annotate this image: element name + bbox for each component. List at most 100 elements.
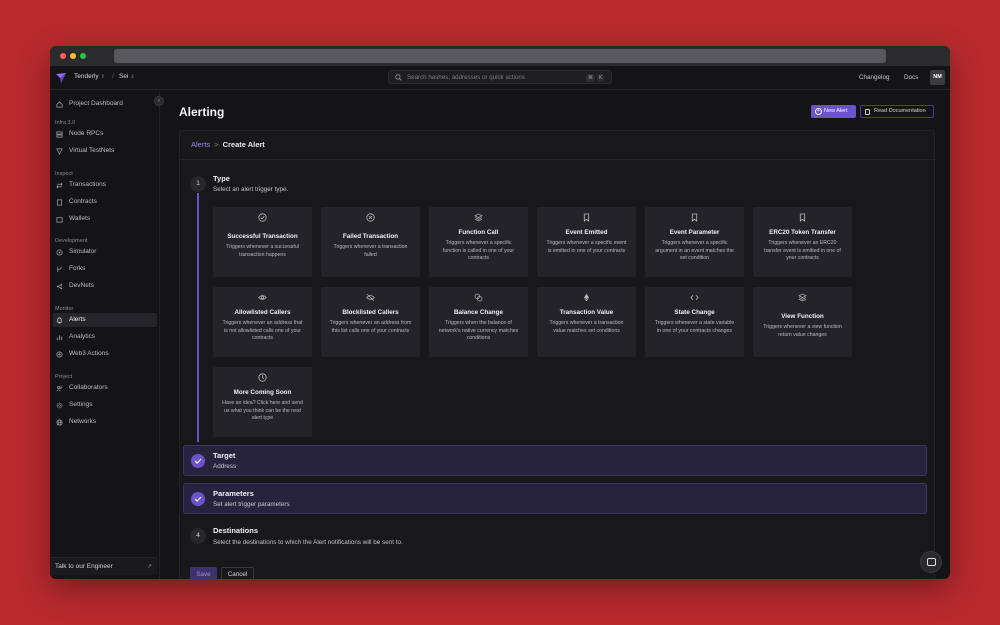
lightning-icon (56, 351, 63, 357)
sidebar-item-label: Node RPCs (69, 130, 104, 137)
wallet-icon (56, 216, 63, 222)
trigger-tile-event-emitted[interactable]: Event Emitted Triggers whenever a specifi… (537, 207, 636, 277)
sidebar-item-wallets[interactable]: Wallets (53, 212, 157, 226)
play-circle-icon (56, 249, 63, 255)
new-alert-button[interactable]: + New Alert (811, 105, 856, 118)
step-target-banner[interactable]: Target Address (183, 445, 927, 476)
shortcut-k-key: K (597, 73, 605, 82)
panel-divider (180, 159, 936, 160)
trigger-tile-successful-transaction[interactable]: Successful Transaction Triggers whenever … (213, 207, 312, 277)
crumb-separator: / (112, 73, 114, 80)
trigger-tile-state-change[interactable]: State Change Triggers whenever a state va… (645, 287, 744, 357)
trigger-tile-more-coming-soon[interactable]: More Coming Soon Have an idea? Click here… (213, 367, 312, 437)
plus-circle-icon: + (815, 108, 822, 115)
minimize-window-button[interactable] (70, 53, 76, 59)
sidebar-item-label: Virtual TestNets (69, 147, 115, 154)
document-icon (865, 108, 870, 115)
main-content: Alerting + New Alert Read Documentation … (161, 91, 950, 579)
sidebar-item-label: Wallets (69, 215, 91, 222)
sidebar-item-networks[interactable]: Networks (53, 415, 157, 429)
step-target-title: Target (213, 451, 236, 460)
changelog-link[interactable]: Changelog (859, 74, 889, 81)
sidebar-item-project-dashboard[interactable]: Project Dashboard (53, 97, 157, 111)
trigger-tile-title: ERC20 Token Transfer (769, 229, 836, 236)
step-number-1: 1 (190, 176, 206, 192)
chart-icon (56, 334, 63, 340)
gear-icon (56, 402, 63, 408)
trigger-tile-description: Triggers whenever a successful transacti… (226, 244, 299, 258)
step-parameters-banner[interactable]: Parameters Set alert trigger parameters (183, 483, 927, 514)
external-link-icon: ↗ (146, 564, 152, 570)
org-switcher[interactable]: Tenderly ⇕ (74, 73, 105, 80)
sidebar-item-contracts[interactable]: Contracts (53, 195, 157, 209)
sidebar-item-label: Analytics (69, 333, 96, 340)
sidebar-item-devnets[interactable]: DevNets (53, 279, 157, 293)
chevron-updown-icon: ⇕ (100, 74, 105, 80)
step-number-4: 4 (190, 528, 206, 544)
sidebar-item-node-rpcs[interactable]: Node RPCs (53, 127, 157, 141)
trigger-tile-function-call[interactable]: Function Call Triggers whenever a specifi… (429, 207, 528, 277)
trigger-tile-transaction-value[interactable]: Transaction Value Triggers whenever a tra… (537, 287, 636, 357)
trigger-tile-blocklisted-callers[interactable]: Blocklisted Callers Triggers whenever an … (321, 287, 420, 357)
project-switcher[interactable]: Sei ⇕ (119, 73, 135, 80)
trigger-tile-failed-transaction[interactable]: Failed Transaction Triggers whenever a tr… (321, 207, 420, 277)
save-button[interactable]: Save (190, 567, 217, 579)
sidebar-item-alerts[interactable]: Alerts (53, 313, 157, 327)
tenderly-logo-icon[interactable] (56, 73, 66, 83)
talk-to-engineer-button[interactable]: Talk to our Engineer ↗ (50, 557, 157, 575)
sidebar-item-collaborators[interactable]: Collaborators (53, 381, 157, 395)
step-destinations-title: Destinations (213, 526, 259, 535)
docs-link[interactable]: Docs (904, 74, 918, 81)
trigger-tile-title: Balance Change (454, 309, 503, 316)
read-documentation-button[interactable]: Read Documentation (860, 105, 934, 118)
sidebar-section-inspect: Inspect (55, 171, 73, 177)
sidebar-item-virtual-testnets[interactable]: Virtual TestNets (53, 144, 157, 158)
chat-support-button[interactable] (920, 551, 942, 573)
sidebar-item-label: Alerts (69, 316, 86, 323)
sidebar-item-label: Contracts (69, 198, 97, 205)
check-icon (194, 496, 202, 502)
trigger-tile-balance-change[interactable]: Balance Change Triggers when the balance … (429, 287, 528, 357)
trigger-tile-view-function[interactable]: View Function Triggers whenever a view fu… (753, 287, 852, 357)
step-complete-check (191, 492, 205, 506)
browser-titlebar (50, 46, 950, 66)
trigger-tile-title: More Coming Soon (233, 389, 292, 396)
sidebar-item-label: Transactions (69, 181, 106, 188)
trigger-tile-description: Triggers whenever an address that is not… (222, 320, 303, 341)
trigger-tile-event-parameter[interactable]: Event Parameter Triggers whenever a speci… (645, 207, 744, 277)
search-input[interactable]: Search hashes, addresses or quick action… (388, 70, 612, 84)
search-icon (395, 74, 402, 81)
step-target-subtitle: Address (213, 463, 237, 470)
trigger-tile-description: Triggers whenever a state variable in on… (654, 320, 735, 334)
sidebar-item-label: Forks (69, 265, 86, 272)
sidebar-item-transactions[interactable]: Transactions (53, 178, 157, 192)
sidebar-item-settings[interactable]: Settings (53, 398, 157, 412)
trigger-tile-title: Event Emitted (565, 229, 608, 236)
trigger-tile-description: Triggers whenever a transaction failed (333, 244, 408, 258)
sidebar: Project Dashboard Infra 3.0 Node RPCs Vi… (50, 91, 160, 579)
sidebar-item-simulator[interactable]: Simulator (53, 245, 157, 259)
trigger-tile-erc20-token-transfer[interactable]: ERC20 Token Transfer Triggers whenever an… (753, 207, 852, 277)
sidebar-item-label: Project Dashboard (69, 100, 123, 107)
sidebar-item-web3-actions[interactable]: Web3 Actions (53, 347, 157, 361)
trigger-tile-title: State Change (674, 309, 715, 316)
project-name: Sei (119, 73, 129, 80)
sidebar-collapse-button[interactable]: ‹ (154, 96, 164, 106)
sidebar-item-label: DevNets (69, 282, 94, 289)
trigger-tile-allowlisted-callers[interactable]: Allowlisted Callers Triggers whenever an … (213, 287, 312, 357)
org-name: Tenderly (74, 73, 99, 80)
chat-icon (927, 558, 936, 566)
home-icon (56, 100, 63, 107)
close-window-button[interactable] (60, 53, 66, 59)
testnet-icon (56, 148, 63, 155)
sidebar-item-forks[interactable]: Forks (53, 262, 157, 276)
user-avatar[interactable]: NM (930, 70, 945, 85)
code-icon (690, 295, 699, 300)
cancel-button[interactable]: Cancel (221, 567, 254, 579)
browser-window: Tenderly ⇕ / Sei ⇕ Search hashes, addresse… (50, 46, 950, 579)
sidebar-item-analytics[interactable]: Analytics (53, 330, 157, 344)
trigger-tile-description: Triggers whenever a specific event is em… (546, 240, 627, 254)
breadcrumb-alerts-link[interactable]: Alerts (191, 140, 210, 149)
address-bar[interactable] (114, 49, 886, 63)
maximize-window-button[interactable] (80, 53, 86, 59)
